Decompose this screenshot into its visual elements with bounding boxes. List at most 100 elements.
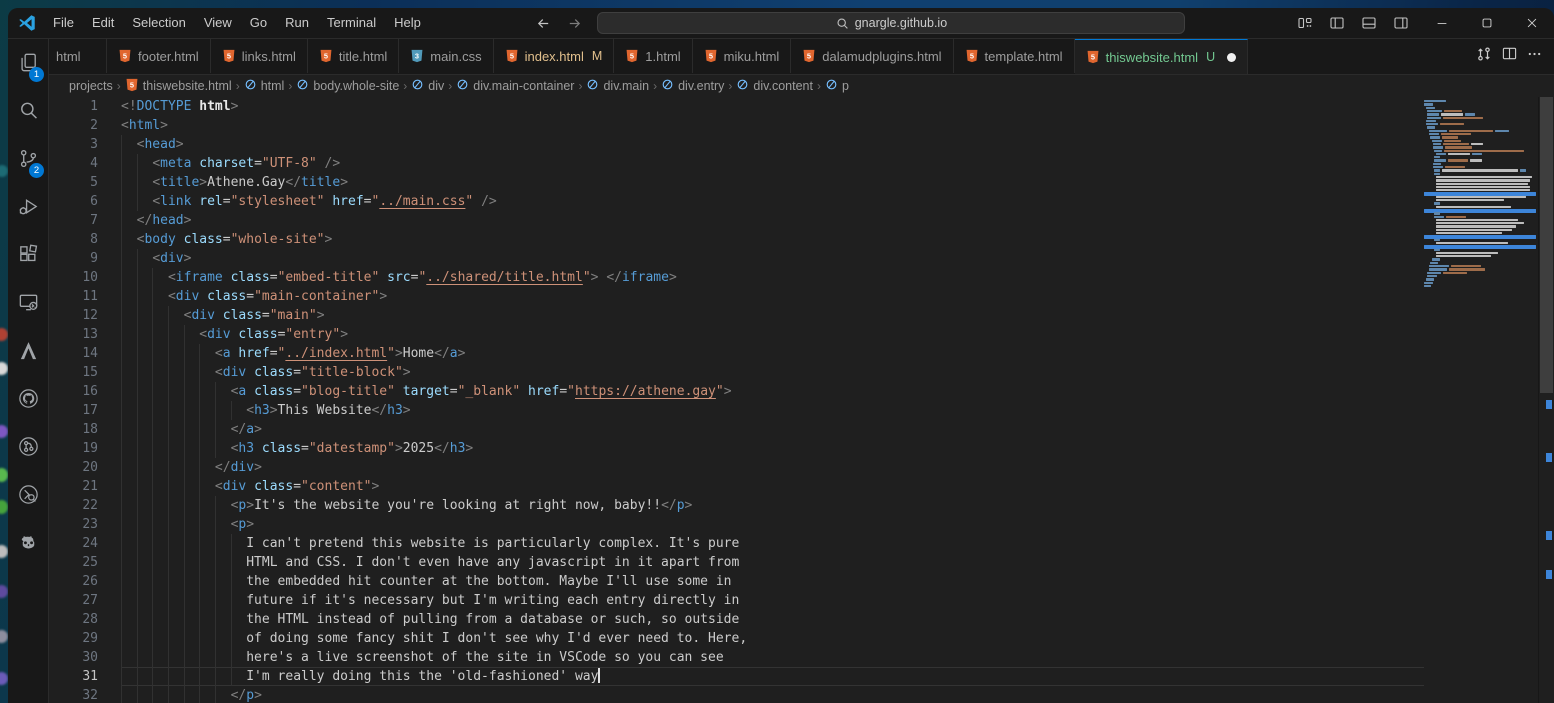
toggle-primary-sidebar-icon[interactable]: [1323, 11, 1351, 35]
line-number[interactable]: 30: [49, 648, 121, 667]
code-line[interactable]: of doing some fancy shit I don't see why…: [121, 629, 1554, 648]
activity-source-control[interactable]: 2: [8, 137, 48, 185]
code-line[interactable]: <div class="content">: [121, 477, 1554, 496]
activity-remote-explorer[interactable]: [8, 281, 48, 329]
code-line[interactable]: <a class="blog-title" target="_blank" hr…: [121, 382, 1554, 401]
code-line[interactable]: <head>: [121, 135, 1554, 154]
code-line[interactable]: </head>: [121, 211, 1554, 230]
line-number[interactable]: 27: [49, 591, 121, 610]
line-number[interactable]: 11: [49, 287, 121, 306]
split-editor-icon[interactable]: [1502, 46, 1517, 66]
tab-html[interactable]: html: [49, 39, 107, 73]
line-number[interactable]: 7: [49, 211, 121, 230]
activity-extensions[interactable]: [8, 233, 48, 281]
menu-go[interactable]: Go: [241, 12, 276, 34]
menu-view[interactable]: View: [195, 12, 241, 34]
tab-dalamudplugins.html[interactable]: 5dalamudplugins.html: [791, 39, 953, 73]
toggle-secondary-sidebar-icon[interactable]: [1387, 11, 1415, 35]
line-number[interactable]: 25: [49, 553, 121, 572]
menu-edit[interactable]: Edit: [83, 12, 123, 34]
maximize-button[interactable]: [1464, 8, 1509, 38]
tab-thiswebsite.html[interactable]: 5thiswebsite.htmlU: [1075, 39, 1249, 74]
code-line[interactable]: <div>: [121, 249, 1554, 268]
code-line[interactable]: the HTML instead of pulling from a datab…: [121, 610, 1554, 629]
line-number[interactable]: 22: [49, 496, 121, 515]
open-changes-icon[interactable]: [1476, 46, 1492, 67]
toggle-panel-icon[interactable]: [1355, 11, 1383, 35]
code-line[interactable]: <link rel="stylesheet" href="../main.css…: [121, 192, 1554, 211]
breadcrumb-item-p[interactable]: p: [825, 78, 849, 94]
code-line[interactable]: <iframe class="embed-title" src="../shar…: [121, 268, 1554, 287]
breadcrumb-item-body.whole-site[interactable]: body.whole-site: [296, 78, 399, 94]
menu-help[interactable]: Help: [385, 12, 430, 34]
code-line[interactable]: <div class="main-container">: [121, 287, 1554, 306]
code-line[interactable]: <!DOCTYPE html>: [121, 97, 1554, 116]
scrollbar-thumb[interactable]: [1540, 97, 1553, 393]
code-line[interactable]: <div class="main">: [121, 306, 1554, 325]
code-line[interactable]: I'm really doing this the 'old-fashioned…: [121, 667, 1554, 686]
breadcrumb-item-div.content[interactable]: div.content: [736, 78, 813, 94]
line-number[interactable]: 5: [49, 173, 121, 192]
code-line[interactable]: <div class="title-block">: [121, 363, 1554, 382]
line-number[interactable]: 23: [49, 515, 121, 534]
line-number[interactable]: 32: [49, 686, 121, 703]
tab-title.html[interactable]: 5title.html: [308, 39, 399, 73]
line-number[interactable]: 8: [49, 230, 121, 249]
code-line[interactable]: future if it's necessary but I'm writing…: [121, 591, 1554, 610]
unsaved-indicator[interactable]: [1227, 53, 1236, 62]
activity-run-and-debug[interactable]: [8, 185, 48, 233]
line-number[interactable]: 18: [49, 420, 121, 439]
code-line[interactable]: HTML and CSS. I don't even have any java…: [121, 553, 1554, 572]
tab-links.html[interactable]: 5links.html: [211, 39, 308, 73]
line-number[interactable]: 24: [49, 534, 121, 553]
tab-footer.html[interactable]: 5footer.html: [107, 39, 211, 73]
minimize-button[interactable]: [1419, 8, 1464, 38]
code-line[interactable]: <h3 class="datestamp">2025</h3>: [121, 439, 1554, 458]
code-line[interactable]: <p>: [121, 515, 1554, 534]
minimap[interactable]: [1424, 97, 1538, 703]
menu-file[interactable]: File: [44, 12, 83, 34]
activity-godot-tools[interactable]: [8, 521, 48, 569]
code-line[interactable]: <meta charset="UTF-8" />: [121, 154, 1554, 173]
code-line[interactable]: <html>: [121, 116, 1554, 135]
line-number[interactable]: 31: [49, 667, 121, 686]
code-line[interactable]: <p>It's the website you're looking at ri…: [121, 496, 1554, 515]
line-number[interactable]: 26: [49, 572, 121, 591]
more-actions-icon[interactable]: [1527, 46, 1542, 66]
line-number[interactable]: 13: [49, 325, 121, 344]
line-number[interactable]: 14: [49, 344, 121, 363]
customize-layout-icon[interactable]: [1291, 11, 1319, 35]
menu-run[interactable]: Run: [276, 12, 318, 34]
line-number[interactable]: 6: [49, 192, 121, 211]
back-button[interactable]: [535, 16, 552, 31]
tab-index.html[interactable]: 5index.htmlM: [494, 39, 615, 73]
activity-explorer[interactable]: 1: [8, 41, 48, 89]
line-number[interactable]: 1: [49, 97, 121, 116]
code-area[interactable]: <!DOCTYPE html><html> <head> <meta chars…: [121, 97, 1554, 703]
line-number-gutter[interactable]: 1234567891011121314151617181920212223242…: [49, 97, 121, 703]
line-number[interactable]: 9: [49, 249, 121, 268]
activity-a-extension[interactable]: [8, 329, 48, 377]
line-number[interactable]: 16: [49, 382, 121, 401]
line-number[interactable]: 2: [49, 116, 121, 135]
breadcrumb-item-div.main[interactable]: div.main: [586, 78, 649, 94]
menu-selection[interactable]: Selection: [123, 12, 194, 34]
code-line[interactable]: <title>Athene.Gay</title>: [121, 173, 1554, 192]
code-line[interactable]: the embedded hit counter at the bottom. …: [121, 572, 1554, 591]
menu-terminal[interactable]: Terminal: [318, 12, 385, 34]
line-number[interactable]: 4: [49, 154, 121, 173]
line-number[interactable]: 15: [49, 363, 121, 382]
line-number[interactable]: 19: [49, 439, 121, 458]
line-number[interactable]: 20: [49, 458, 121, 477]
tab-main.css[interactable]: 3main.css: [399, 39, 493, 73]
line-number[interactable]: 21: [49, 477, 121, 496]
line-number[interactable]: 29: [49, 629, 121, 648]
line-number[interactable]: 12: [49, 306, 121, 325]
code-line[interactable]: <h3>This Website</h3>: [121, 401, 1554, 420]
line-number[interactable]: 10: [49, 268, 121, 287]
code-line[interactable]: </a>: [121, 420, 1554, 439]
activity-search[interactable]: [8, 89, 48, 137]
forward-button[interactable]: [566, 16, 583, 31]
command-center-search[interactable]: gnargle.github.io: [597, 12, 1185, 34]
code-line[interactable]: I can't pretend this website is particul…: [121, 534, 1554, 553]
